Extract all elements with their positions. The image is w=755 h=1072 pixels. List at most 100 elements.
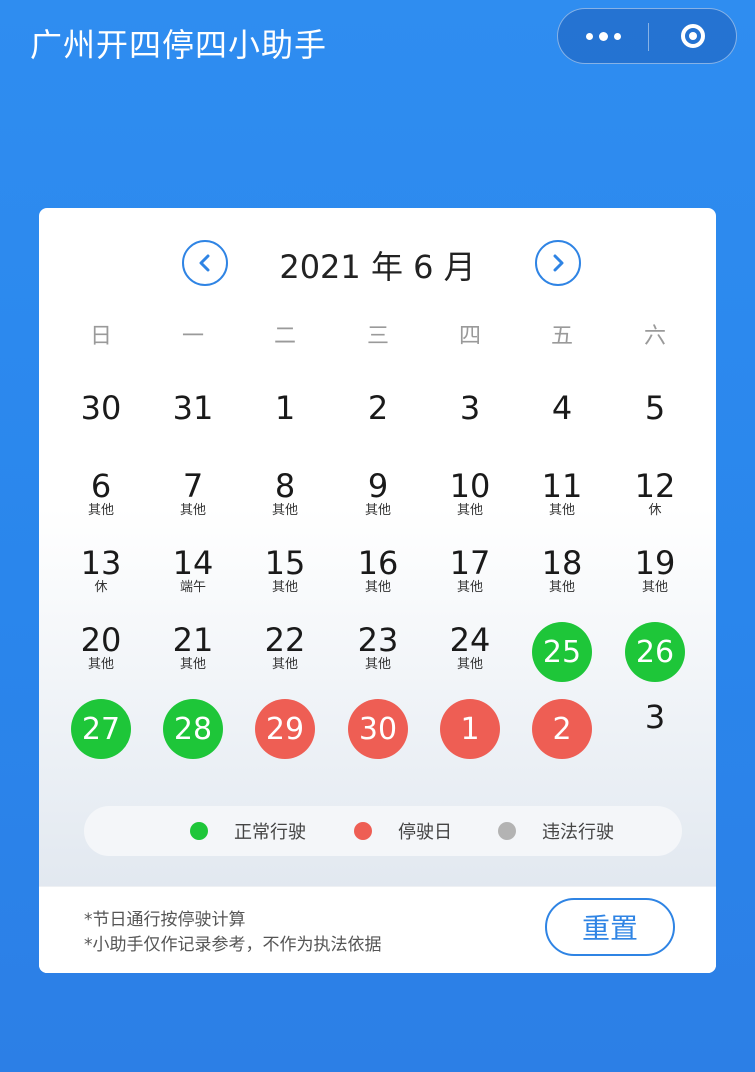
calendar-day[interactable]: 10 其他 — [440, 468, 500, 528]
day-number: 27 — [81, 711, 121, 747]
month-title: 2021 年 6 月 — [279, 248, 476, 286]
calendar-day[interactable]: 14 端午 — [163, 545, 223, 605]
calendar-day[interactable]: 4 — [532, 390, 592, 450]
day-number: 14 — [172, 544, 214, 582]
day-status-circle: 25 — [532, 622, 592, 682]
reset-button[interactable]: 重置 — [545, 898, 675, 956]
calendar-day[interactable]: 2 — [532, 699, 592, 759]
chevron-left-icon — [199, 254, 210, 272]
day-note: 其他 — [364, 503, 391, 518]
day-number: 1 — [274, 389, 296, 427]
calendar-card: 2021 年 6 月 日一二三四五六 30 31 1 2 3 4 5 6 其他 7 其他 8 其他 9 其他… — [39, 208, 716, 973]
day-note: 其他 — [271, 503, 298, 518]
day-note: 其他 — [271, 580, 298, 595]
day-status-circle: 1 — [440, 699, 500, 759]
day-note: 其他 — [548, 580, 575, 595]
app-title: 广州开四停四小助手 — [30, 26, 328, 64]
day-note: 其他 — [179, 503, 206, 518]
day-status-circle: 28 — [163, 699, 223, 759]
day-number: 24 — [449, 621, 491, 659]
day-number: 25 — [542, 634, 582, 670]
calendar-day[interactable]: 26 — [625, 622, 685, 682]
day-note: 其他 — [364, 657, 391, 672]
weekday-header: 日一二三四五六 — [39, 318, 716, 349]
calendar-day[interactable]: 9 其他 — [348, 468, 408, 528]
day-number: 9 — [367, 467, 389, 505]
calendar-day[interactable]: 24 其他 — [440, 622, 500, 682]
day-number: 31 — [172, 389, 214, 427]
close-button[interactable] — [649, 9, 737, 63]
calendar-day[interactable]: 30 — [348, 699, 408, 759]
legend-label: 正常行驶 — [234, 822, 306, 843]
day-note: 其他 — [456, 657, 483, 672]
calendar-day[interactable]: 28 — [163, 699, 223, 759]
next-month-button[interactable] — [535, 240, 581, 286]
day-number: 26 — [635, 634, 675, 670]
day-number: 3 — [644, 698, 666, 736]
day-number: 7 — [182, 467, 204, 505]
day-number: 13 — [80, 544, 122, 582]
day-note: 其他 — [456, 580, 483, 595]
calendar-day[interactable]: 1 — [255, 390, 315, 450]
calendar-day[interactable]: 16 其他 — [348, 545, 408, 605]
target-circle-icon — [681, 24, 705, 48]
calendar-day[interactable]: 25 — [532, 622, 592, 682]
calendar-day[interactable]: 31 — [163, 390, 223, 450]
calendar-day[interactable]: 11 其他 — [532, 468, 592, 528]
calendar-day[interactable]: 3 — [440, 390, 500, 450]
calendar-day[interactable]: 20 其他 — [71, 622, 131, 682]
more-dots-icon — [585, 31, 621, 41]
calendar-day[interactable]: 8 其他 — [255, 468, 315, 528]
day-number: 19 — [634, 544, 676, 582]
calendar-day[interactable]: 6 其他 — [71, 468, 131, 528]
calendar-day[interactable]: 29 — [255, 699, 315, 759]
calendar-day[interactable]: 12 休 — [625, 468, 685, 528]
day-note: 其他 — [179, 657, 206, 672]
day-number: 23 — [357, 621, 399, 659]
day-number: 18 — [541, 544, 583, 582]
legend-label: 违法行驶 — [542, 822, 614, 843]
calendar-day[interactable]: 27 — [71, 699, 131, 759]
legend-dot-normal — [190, 822, 208, 840]
day-status-circle: 26 — [625, 622, 685, 682]
day-status-circle: 2 — [532, 699, 592, 759]
weekday-label: 日 — [89, 324, 112, 349]
day-note: 其他 — [87, 657, 114, 672]
calendar-day[interactable]: 1 — [440, 699, 500, 759]
calendar-day[interactable]: 13 休 — [71, 545, 131, 605]
day-number: 16 — [357, 544, 399, 582]
calendar-day[interactable]: 19 其他 — [625, 545, 685, 605]
chevron-right-icon — [553, 254, 564, 272]
day-number: 15 — [264, 544, 306, 582]
day-number: 22 — [264, 621, 306, 659]
day-number: 10 — [449, 467, 491, 505]
calendar-day[interactable]: 22 其他 — [255, 622, 315, 682]
more-button[interactable] — [558, 9, 648, 63]
calendar-day[interactable]: 15 其他 — [255, 545, 315, 605]
footer-note: *节日通行按停驶计算 — [84, 910, 246, 930]
day-note: 休 — [648, 503, 662, 518]
day-number: 30 — [80, 389, 122, 427]
calendar-day[interactable]: 18 其他 — [532, 545, 592, 605]
calendar-day[interactable]: 7 其他 — [163, 468, 223, 528]
calendar-day[interactable]: 2 — [348, 390, 408, 450]
day-number: 12 — [634, 467, 676, 505]
calendar-day[interactable]: 30 — [71, 390, 131, 450]
weekday-label: 六 — [643, 324, 666, 349]
calendar-day[interactable]: 23 其他 — [348, 622, 408, 682]
calendar-day[interactable]: 17 其他 — [440, 545, 500, 605]
card-footer: *节日通行按停驶计算 *小助手仅作记录参考，不作为执法依据 重置 — [39, 886, 716, 973]
calendar-day[interactable]: 21 其他 — [163, 622, 223, 682]
day-status-circle: 27 — [71, 699, 131, 759]
weekday-label: 四 — [458, 324, 481, 349]
weekday-label: 三 — [366, 324, 389, 349]
prev-month-button[interactable] — [182, 240, 228, 286]
day-number: 2 — [367, 389, 389, 427]
day-number: 11 — [541, 467, 583, 505]
calendar-day[interactable]: 5 — [625, 390, 685, 450]
calendar-day[interactable]: 3 — [625, 699, 685, 759]
day-number: 21 — [172, 621, 214, 659]
day-note: 其他 — [548, 503, 575, 518]
day-status-circle: 30 — [348, 699, 408, 759]
legend-label: 停驶日 — [398, 822, 452, 843]
